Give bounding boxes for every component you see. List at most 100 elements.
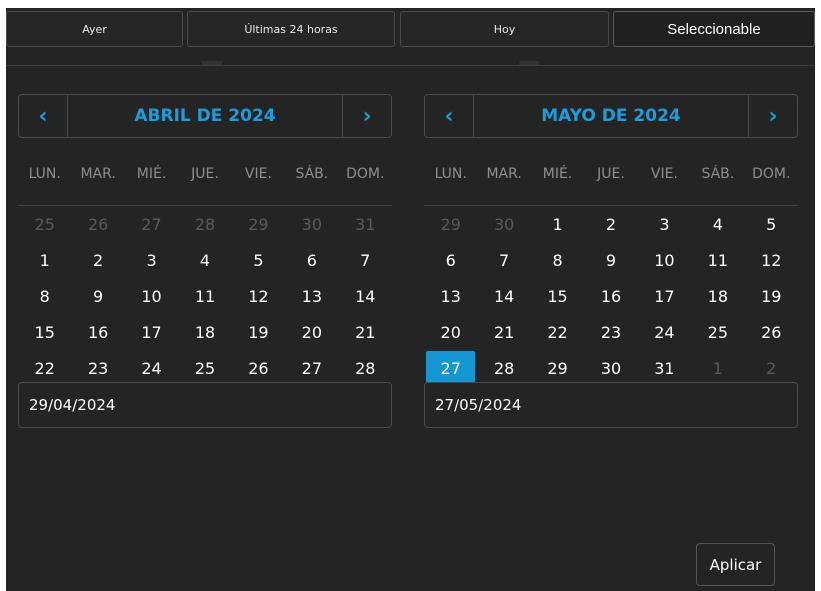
weekday-label: MIÉ. bbox=[136, 166, 167, 182]
day-cell[interactable]: 11 bbox=[693, 243, 742, 277]
weekday-label: DOM. bbox=[346, 166, 385, 182]
day-cell[interactable]: 1 bbox=[20, 243, 69, 277]
chevron-left-icon: ‹ bbox=[38, 103, 48, 129]
weekday-header: LUN. MAR. MIÉ. JUE. VIE. SÁB. DOM. bbox=[424, 166, 798, 206]
day-cell-outside-month[interactable]: 27 bbox=[127, 207, 176, 241]
day-cell[interactable]: 2 bbox=[73, 243, 122, 277]
day-cell-outside-month[interactable]: 29 bbox=[234, 207, 283, 241]
month-title: ABRIL DE 2024 bbox=[134, 106, 276, 126]
day-cell[interactable]: 26 bbox=[234, 351, 283, 385]
weekday-label: VIE. bbox=[244, 166, 272, 182]
day-cell[interactable]: 7 bbox=[479, 243, 528, 277]
day-cell[interactable]: 22 bbox=[20, 351, 69, 385]
weekday-label: MAR. bbox=[80, 166, 116, 182]
day-cell[interactable]: 11 bbox=[180, 279, 229, 313]
day-cell[interactable]: 7 bbox=[341, 243, 390, 277]
day-cell[interactable]: 26 bbox=[747, 315, 796, 349]
day-cell[interactable]: 16 bbox=[586, 279, 635, 313]
day-cell[interactable]: 4 bbox=[180, 243, 229, 277]
chevron-left-icon: ‹ bbox=[444, 103, 454, 129]
day-cell[interactable]: 14 bbox=[479, 279, 528, 313]
apply-button[interactable]: Aplicar bbox=[696, 543, 775, 586]
day-cell[interactable]: 22 bbox=[533, 315, 582, 349]
day-cell[interactable]: 8 bbox=[20, 279, 69, 313]
preset-tab-yesterday[interactable]: Ayer bbox=[6, 11, 183, 47]
day-cell[interactable]: 20 bbox=[287, 315, 336, 349]
day-cell[interactable]: 6 bbox=[426, 243, 475, 277]
day-cell[interactable]: 15 bbox=[20, 315, 69, 349]
day-cell[interactable]: 12 bbox=[747, 243, 796, 277]
preset-tab-last-24-hours[interactable]: Últimas 24 horas bbox=[187, 11, 395, 47]
day-cell[interactable]: 18 bbox=[693, 279, 742, 313]
day-cell-outside-month[interactable]: 28 bbox=[180, 207, 229, 241]
next-month-button[interactable]: › bbox=[748, 95, 797, 137]
day-cell[interactable]: 20 bbox=[426, 315, 475, 349]
preset-tab-today[interactable]: Hoy bbox=[400, 11, 609, 47]
preset-tab-selectable[interactable]: Seleccionable bbox=[613, 11, 815, 47]
tabs-divider bbox=[6, 61, 815, 66]
day-cell[interactable]: 1 bbox=[533, 207, 582, 241]
preset-tabs: Ayer Últimas 24 horas Hoy Seleccionable bbox=[6, 8, 815, 58]
day-cell-outside-month[interactable]: 30 bbox=[287, 207, 336, 241]
day-cell[interactable]: 19 bbox=[234, 315, 283, 349]
end-date-input[interactable]: 27/05/2024 bbox=[424, 382, 798, 428]
day-cell[interactable]: 9 bbox=[73, 279, 122, 313]
day-cell-outside-month[interactable]: 31 bbox=[341, 207, 390, 241]
day-cell[interactable]: 5 bbox=[234, 243, 283, 277]
day-cell[interactable]: 10 bbox=[640, 243, 689, 277]
day-cell[interactable]: 13 bbox=[287, 279, 336, 313]
day-cell[interactable]: 25 bbox=[180, 351, 229, 385]
day-cell[interactable]: 6 bbox=[287, 243, 336, 277]
day-cell[interactable]: 9 bbox=[586, 243, 635, 277]
weekday-label: SÁB. bbox=[701, 166, 735, 182]
day-cell[interactable]: 23 bbox=[586, 315, 635, 349]
day-cell[interactable]: 24 bbox=[640, 315, 689, 349]
day-cell[interactable]: 31 bbox=[640, 351, 689, 385]
day-cell[interactable]: 12 bbox=[234, 279, 283, 313]
day-cell[interactable]: 27 bbox=[287, 351, 336, 385]
day-cell-outside-month[interactable]: 25 bbox=[20, 207, 69, 241]
day-cell[interactable]: 21 bbox=[341, 315, 390, 349]
day-cell[interactable]: 3 bbox=[640, 207, 689, 241]
day-cell[interactable]: 5 bbox=[747, 207, 796, 241]
day-cell[interactable]: 29 bbox=[533, 351, 582, 385]
day-cell[interactable]: 16 bbox=[73, 315, 122, 349]
start-date-input[interactable]: 29/04/2024 bbox=[18, 382, 392, 428]
prev-month-button[interactable]: ‹ bbox=[19, 95, 68, 137]
day-cell[interactable]: 3 bbox=[127, 243, 176, 277]
weekday-label: MIÉ. bbox=[542, 166, 573, 182]
day-cell[interactable]: 13 bbox=[426, 279, 475, 313]
day-cell[interactable]: 30 bbox=[586, 351, 635, 385]
day-cell[interactable]: 25 bbox=[693, 315, 742, 349]
weekday-label: LUN. bbox=[434, 166, 467, 182]
day-cell-outside-month[interactable]: 29 bbox=[426, 207, 475, 241]
day-cell[interactable]: 28 bbox=[479, 351, 528, 385]
day-cell[interactable]: 15 bbox=[533, 279, 582, 313]
weekday-label: SÁB. bbox=[295, 166, 329, 182]
weekday-label: LUN. bbox=[28, 166, 61, 182]
day-cell[interactable]: 17 bbox=[640, 279, 689, 313]
day-cell[interactable]: 10 bbox=[127, 279, 176, 313]
next-month-button[interactable]: › bbox=[342, 95, 391, 137]
day-cell-outside-month[interactable]: 2 bbox=[747, 351, 796, 385]
day-cell[interactable]: 14 bbox=[341, 279, 390, 313]
day-cell-outside-month[interactable]: 1 bbox=[693, 351, 742, 385]
day-cell[interactable]: 8 bbox=[533, 243, 582, 277]
day-cell-outside-month[interactable]: 30 bbox=[479, 207, 528, 241]
day-cell[interactable]: 28 bbox=[341, 351, 390, 385]
weekday-label: MAR. bbox=[486, 166, 522, 182]
weekday-label: VIE. bbox=[650, 166, 678, 182]
day-cell-selected[interactable]: 27 bbox=[426, 351, 476, 385]
day-cell[interactable]: 19 bbox=[747, 279, 796, 313]
day-cell[interactable]: 24 bbox=[127, 351, 176, 385]
weekday-label: JUE. bbox=[597, 166, 625, 182]
day-cell-outside-month[interactable]: 26 bbox=[73, 207, 122, 241]
tab-indicator-notch bbox=[202, 61, 222, 65]
day-cell[interactable]: 17 bbox=[127, 315, 176, 349]
day-cell[interactable]: 2 bbox=[586, 207, 635, 241]
day-cell[interactable]: 18 bbox=[180, 315, 229, 349]
day-cell[interactable]: 23 bbox=[73, 351, 122, 385]
day-cell[interactable]: 21 bbox=[479, 315, 528, 349]
day-cell[interactable]: 4 bbox=[693, 207, 742, 241]
prev-month-button[interactable]: ‹ bbox=[425, 95, 474, 137]
